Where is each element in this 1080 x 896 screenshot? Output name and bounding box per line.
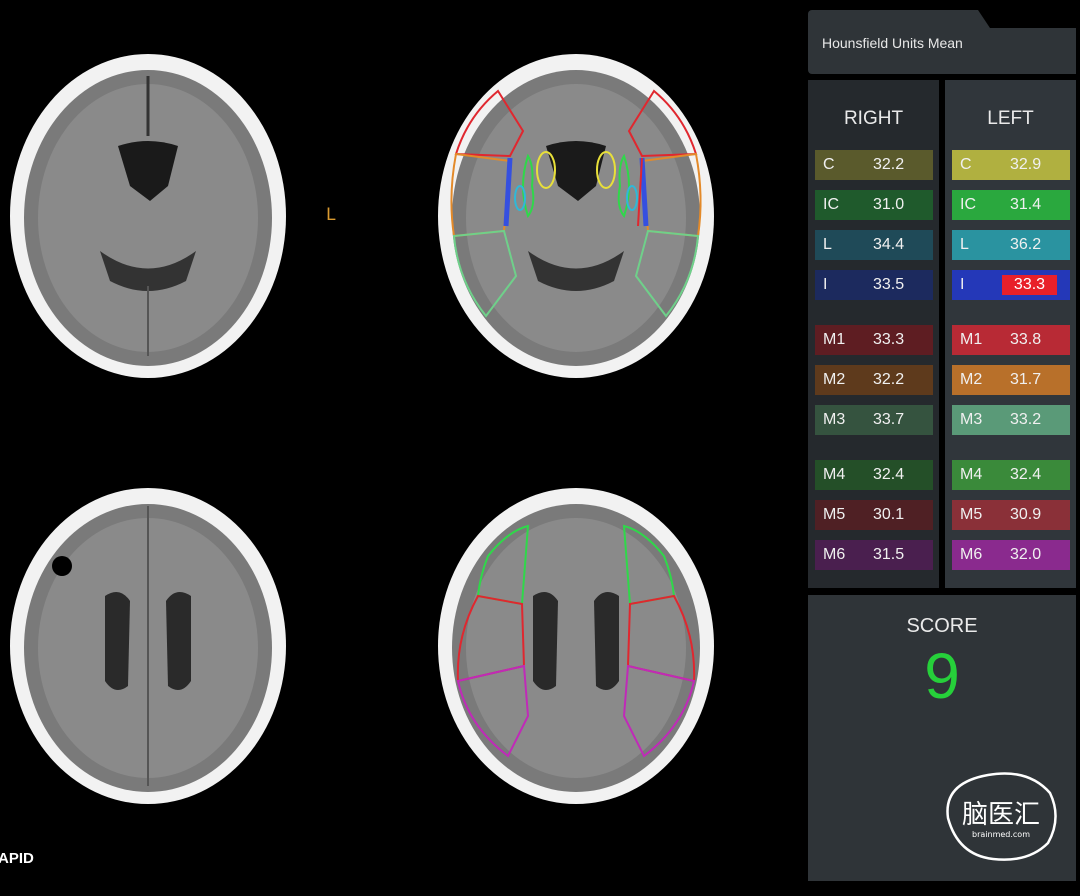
region-hu-value: 33.3 bbox=[873, 331, 905, 348]
right-region-c: C 32.2 bbox=[815, 150, 933, 180]
ct-scan-ganglionic-plain[interactable] bbox=[0, 36, 340, 396]
region-label: M5 bbox=[823, 506, 846, 523]
left-region-m6: M6 32.0 bbox=[952, 540, 1070, 570]
region-label: M2 bbox=[960, 371, 983, 388]
region-label: M4 bbox=[960, 466, 983, 483]
region-label: IC bbox=[960, 196, 976, 213]
svg-text:brainmed.com: brainmed.com bbox=[972, 830, 1030, 839]
left-region-ic: IC 31.4 bbox=[952, 190, 1070, 220]
panel-title: Hounsfield Units Mean bbox=[822, 35, 963, 51]
region-hu-value: 30.9 bbox=[1010, 506, 1042, 523]
right-region-i: I 33.5 bbox=[815, 270, 933, 300]
right-region-m4: M4 32.4 bbox=[815, 460, 933, 490]
right-region-m6: M6 31.5 bbox=[815, 540, 933, 570]
score-label: SCORE bbox=[906, 615, 978, 637]
score-box: SCORE 9 脑医汇 brainmed.com bbox=[808, 595, 1076, 881]
region-hu-value: 32.2 bbox=[873, 371, 905, 388]
right-column-header: RIGHT bbox=[843, 108, 904, 129]
ct-scan-ganglionic-roi[interactable] bbox=[428, 36, 768, 396]
ct-scan-supraganglionic-plain[interactable] bbox=[0, 476, 340, 836]
region-hu-value: 33.7 bbox=[873, 411, 905, 428]
orientation-marker: L bbox=[326, 205, 336, 225]
right-region-ic: IC 31.0 bbox=[815, 190, 933, 220]
score-value: 9 bbox=[924, 640, 960, 712]
region-label: I bbox=[823, 276, 828, 293]
ct-scan-supraganglionic-roi[interactable] bbox=[428, 476, 768, 836]
right-region-m5: M5 30.1 bbox=[815, 500, 933, 530]
region-hu-value: 32.2 bbox=[873, 156, 905, 173]
region-label: L bbox=[960, 236, 969, 253]
region-hu-value: 33.5 bbox=[873, 276, 905, 293]
region-label: M1 bbox=[823, 331, 846, 348]
right-region-m1: M1 33.3 bbox=[815, 325, 933, 355]
hu-panel: Hounsfield Units Mean RIGHT C 32.2 IC 31.0 L… bbox=[808, 10, 1076, 886]
region-label: IC bbox=[823, 196, 839, 213]
region-label: L bbox=[823, 236, 832, 253]
left-region-m4: M4 32.4 bbox=[952, 460, 1070, 490]
svg-text:脑医汇: 脑医汇 bbox=[962, 800, 1040, 830]
region-label: M2 bbox=[823, 371, 846, 388]
right-hemisphere-column: RIGHT C 32.2 IC 31.0 L 34.4 I 33.5 M1 33.3 M2 32.2 M… bbox=[808, 80, 939, 588]
region-label: C bbox=[960, 156, 972, 173]
region-hu-value: 33.3 bbox=[1002, 275, 1057, 295]
region-hu-value: 31.0 bbox=[873, 196, 905, 213]
region-label: M1 bbox=[960, 331, 983, 348]
region-hu-value: 32.9 bbox=[1010, 156, 1042, 173]
image-viewer[interactable]: L APID bbox=[0, 0, 800, 896]
left-region-m2: M2 31.7 bbox=[952, 365, 1070, 395]
left-region-i: I 33.3 bbox=[952, 270, 1070, 300]
region-hu-value: 32.4 bbox=[1010, 466, 1042, 483]
region-hu-value: 36.2 bbox=[1010, 236, 1042, 253]
region-hu-value: 32.0 bbox=[1010, 546, 1042, 563]
region-hu-value: 31.5 bbox=[873, 546, 905, 563]
region-hu-value: 31.4 bbox=[1010, 196, 1042, 213]
brand-label: APID bbox=[0, 850, 34, 867]
region-hu-value: 30.1 bbox=[873, 506, 905, 523]
left-region-m3: M3 33.2 bbox=[952, 405, 1070, 435]
region-label: M3 bbox=[823, 411, 846, 428]
right-region-m3: M3 33.7 bbox=[815, 405, 933, 435]
region-hu-value: 33.2 bbox=[1010, 411, 1042, 428]
region-hu-value: 33.8 bbox=[1010, 331, 1042, 348]
region-hu-value: 34.4 bbox=[873, 236, 905, 253]
left-region-m1: M1 33.8 bbox=[952, 325, 1070, 355]
right-region-l: L 34.4 bbox=[815, 230, 933, 260]
region-label: M3 bbox=[960, 411, 983, 428]
region-label: I bbox=[960, 276, 965, 293]
region-label: M5 bbox=[960, 506, 983, 523]
left-hemisphere-column: LEFT C 32.9 IC 31.4 L 36.2 I 33.3 M1 33.8 M2 31.7 M3… bbox=[945, 80, 1076, 588]
left-column-header: LEFT bbox=[987, 108, 1034, 129]
panel-header: Hounsfield Units Mean bbox=[808, 10, 1076, 74]
brainmed-logo: 脑医汇 brainmed.com bbox=[938, 763, 1064, 869]
right-region-m2: M2 32.2 bbox=[815, 365, 933, 395]
region-hu-value: 32.4 bbox=[873, 466, 905, 483]
region-label: C bbox=[823, 156, 835, 173]
region-hu-value: 31.7 bbox=[1010, 371, 1042, 388]
left-region-m5: M5 30.9 bbox=[952, 500, 1070, 530]
left-region-l: L 36.2 bbox=[952, 230, 1070, 260]
region-label: M6 bbox=[823, 546, 846, 563]
left-region-c: C 32.9 bbox=[952, 150, 1070, 180]
region-label: M4 bbox=[823, 466, 846, 483]
region-label: M6 bbox=[960, 546, 983, 563]
